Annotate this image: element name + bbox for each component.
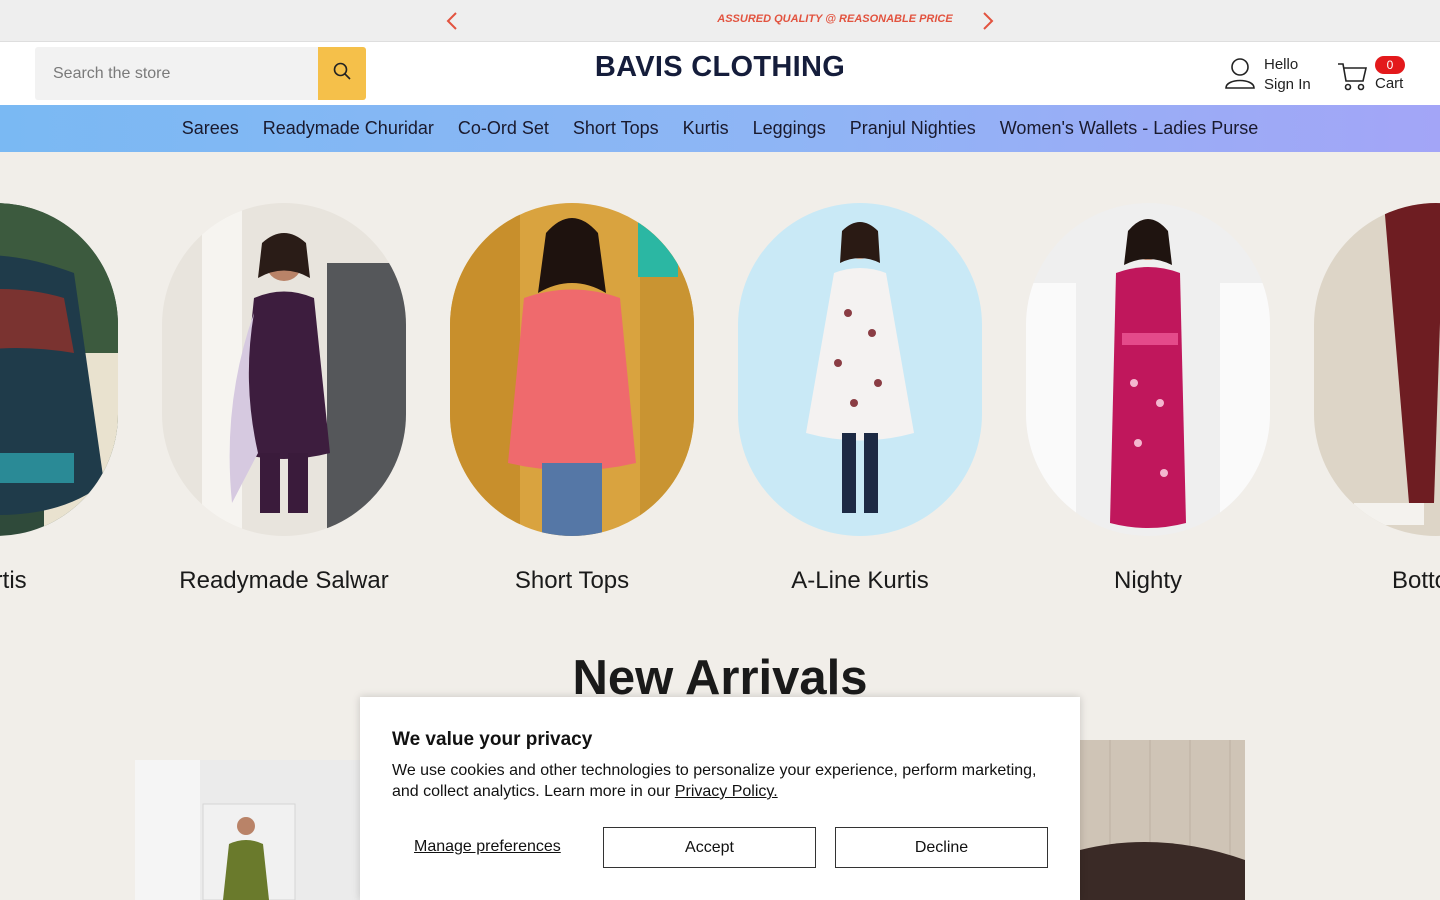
accept-button[interactable]: Accept <box>603 827 816 868</box>
collection-label: A-Line Kurtis <box>791 567 929 594</box>
collection-image <box>1314 203 1440 536</box>
cookie-title: We value your privacy <box>392 729 593 750</box>
search-icon <box>332 61 352 86</box>
collection-label: Bottoms <box>1391 567 1440 594</box>
nav-item-co-ord-set[interactable]: Co-Ord Set <box>446 118 561 139</box>
user-icon <box>1224 56 1256 95</box>
collection-card-readymade-salwar[interactable]: Readymade Salwar <box>162 203 406 594</box>
collection-card-short-tops[interactable]: Short Tops <box>450 203 694 594</box>
nav-item-womens-wallets[interactable]: Women's Wallets - Ladies Purse <box>988 118 1271 139</box>
cart-label: Cart <box>1375 75 1404 92</box>
collection-image <box>0 203 118 536</box>
collection-image <box>738 203 982 536</box>
nav-item-sarees[interactable]: Sarees <box>170 118 251 139</box>
chevron-right-icon[interactable] <box>976 10 998 32</box>
cart-count-badge: 0 <box>1375 56 1405 74</box>
collection-card-kurtis[interactable]: Kurtis <box>0 203 118 594</box>
collection-card-bottoms[interactable]: Bottoms <box>1314 203 1440 594</box>
decline-button[interactable]: Decline <box>835 827 1048 868</box>
announcement-message: ASSURED QUALITY @ REASONABLE PRICE <box>717 13 953 25</box>
product-card-image[interactable] <box>1080 740 1245 900</box>
manage-preferences-link[interactable]: Manage preferences <box>414 838 561 856</box>
collection-image <box>450 203 694 536</box>
collection-image <box>1026 203 1270 536</box>
chevron-left-icon[interactable] <box>442 10 464 32</box>
collection-card-a-line-kurtis[interactable]: A-Line Kurtis <box>738 203 982 594</box>
announcement-bar: ASSURED QUALITY @ REASONABLE PRICE <box>0 0 1440 42</box>
main-nav: Sarees Readymade Churidar Co-Ord Set Sho… <box>0 105 1440 152</box>
account-link[interactable]: Hello Sign In <box>1224 55 1311 95</box>
search-form <box>35 47 366 100</box>
search-button[interactable] <box>318 47 366 100</box>
nav-item-kurtis[interactable]: Kurtis <box>671 118 741 139</box>
cookie-banner: We value your privacy We use cookies and… <box>360 697 1080 900</box>
nav-item-readymade-churidar[interactable]: Readymade Churidar <box>251 118 446 139</box>
cart-icon <box>1337 60 1368 97</box>
collection-image <box>162 203 406 536</box>
search-input[interactable] <box>35 47 318 100</box>
collection-label: Readymade Salwar <box>179 567 389 594</box>
collection-card-nighty[interactable]: Nighty <box>1026 203 1270 594</box>
site-logo[interactable]: BAVIS CLOTHING <box>520 51 920 84</box>
site-header: BAVIS CLOTHING Hello Sign In 0 Cart <box>0 42 1440 105</box>
privacy-policy-link[interactable]: Privacy Policy. <box>675 783 778 800</box>
product-card-image[interactable] <box>135 760 360 900</box>
collection-label: Short Tops <box>514 567 630 594</box>
collection-carousel: Kurtis Readymade Salwar <box>0 152 1440 622</box>
sign-in-label: Sign In <box>1264 76 1311 93</box>
nav-item-leggings[interactable]: Leggings <box>741 118 838 139</box>
collection-label: Nighty <box>1113 567 1183 594</box>
cookie-text: We use cookies and other technologies to… <box>392 760 1052 802</box>
nav-item-pranjul-nighties[interactable]: Pranjul Nighties <box>838 118 988 139</box>
account-greeting: Hello <box>1264 56 1299 73</box>
nav-item-short-tops[interactable]: Short Tops <box>561 118 671 139</box>
